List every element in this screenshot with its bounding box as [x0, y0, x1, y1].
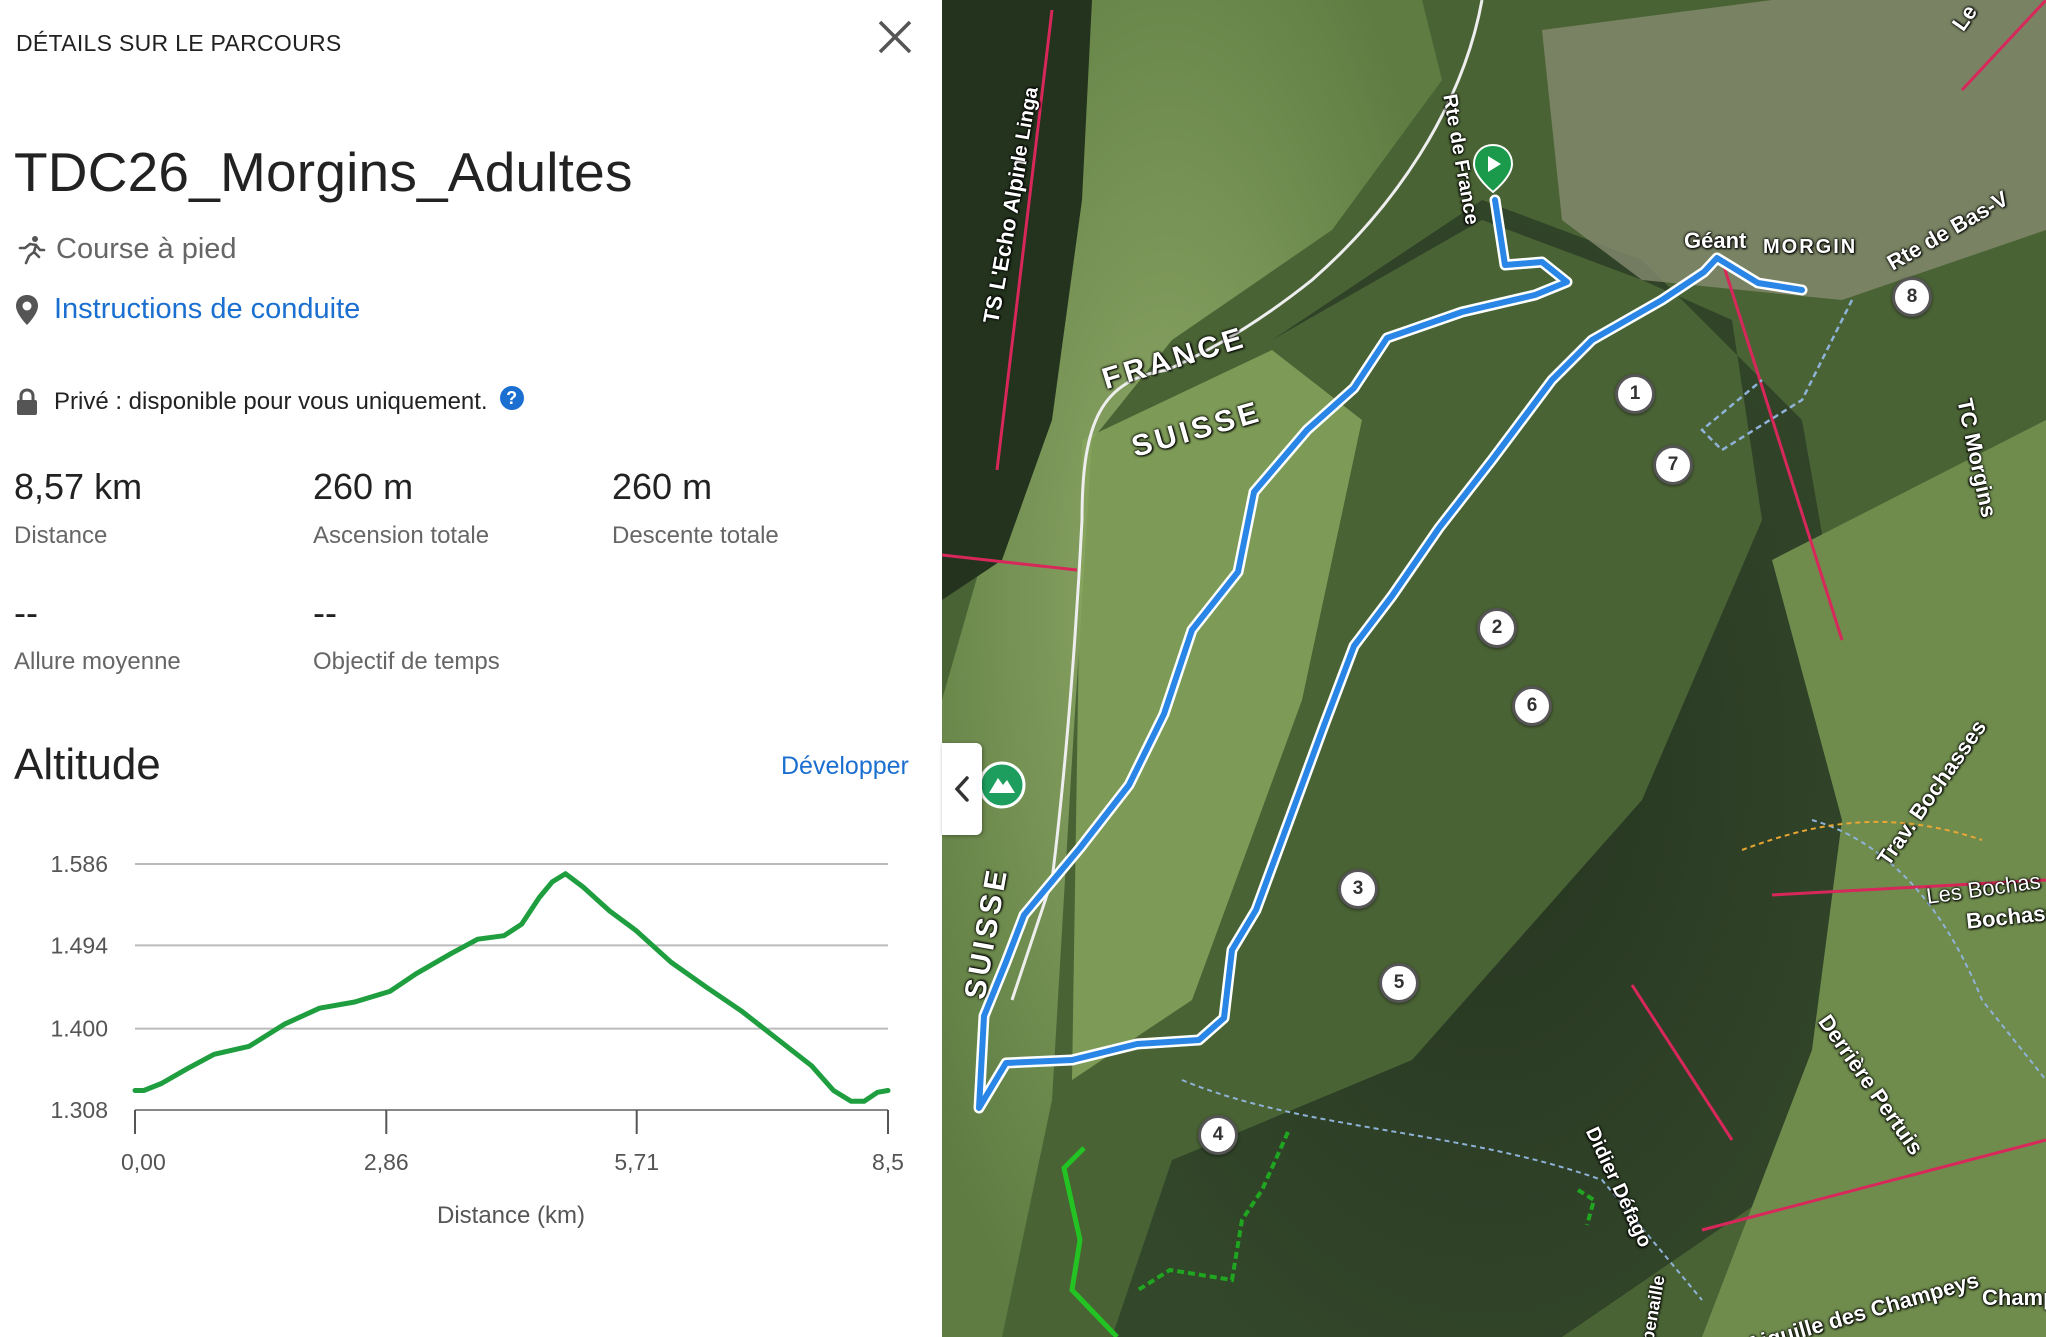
route-details-panel: DÉTAILS SUR LE PARCOURS TDC26_Morgins_Ad…	[0, 0, 942, 1337]
stat-time-goal: -- Objectif de temps	[313, 592, 500, 676]
waypoint-marker[interactable]: 5	[1379, 963, 1419, 1003]
map-label: Géant	[1684, 228, 1747, 253]
stat-value: --	[14, 592, 38, 633]
stat-label: Descente totale	[612, 522, 779, 549]
activity-type: Course à pied	[16, 233, 237, 266]
map-label: Champ	[1982, 1285, 2046, 1310]
stat-ascent: 260 m Ascension totale	[313, 466, 489, 550]
x-tick-label: 0,00	[121, 1149, 166, 1175]
x-tick-label: 8,5	[872, 1149, 904, 1175]
location-pin-icon	[16, 294, 38, 325]
waypoint-marker[interactable]: 2	[1477, 608, 1517, 648]
map-label: MORGIN	[1763, 236, 1858, 258]
x-axis-title: Distance (km)	[437, 1202, 586, 1229]
waypoint-marker[interactable]: 8	[1892, 277, 1932, 317]
elevation-line	[132, 871, 891, 1104]
stat-distance: 8,57 km Distance	[14, 466, 142, 550]
privacy-label: Privé : disponible pour vous uniquement.	[54, 388, 488, 415]
stat-value: 8,57 km	[14, 466, 143, 507]
stat-descent: 260 m Descente totale	[612, 466, 779, 550]
route-title: TDC26_Morgins_Adultes	[14, 141, 633, 203]
y-tick-label: 1.494	[50, 932, 108, 958]
waypoint-marker[interactable]: 7	[1653, 445, 1693, 485]
stat-label: Distance	[14, 522, 108, 549]
chevron-left-icon	[954, 776, 969, 802]
stat-value: --	[313, 592, 337, 633]
waypoint-marker[interactable]: 4	[1198, 1115, 1238, 1155]
stat-value: 260 m	[313, 466, 414, 507]
x-tick-label: 2,86	[364, 1149, 409, 1175]
altitude-heading: Altitude	[14, 740, 161, 789]
collapse-panel-button[interactable]	[942, 743, 982, 835]
x-tick-label: 5,71	[614, 1149, 659, 1175]
expand-link[interactable]: Développer	[781, 752, 909, 781]
driving-directions-label[interactable]: Instructions de conduite	[54, 293, 360, 326]
y-tick-label: 1.308	[50, 1097, 108, 1123]
y-tick-label: 1.400	[50, 1016, 108, 1042]
lock-icon	[17, 388, 37, 415]
stat-label: Objectif de temps	[313, 648, 500, 675]
stat-value: 260 m	[612, 466, 713, 507]
close-button[interactable]	[872, 14, 918, 60]
stat-label: Ascension totale	[313, 522, 490, 549]
y-tick-label: 1.586	[50, 851, 108, 877]
close-icon	[878, 20, 912, 54]
stat-label: Allure moyenne	[14, 648, 181, 675]
panel-header: DÉTAILS SUR LE PARCOURS	[16, 30, 342, 56]
elevation-chart: 1.586 1.494 1.400 1.308 0,00 2,86 5,71 8,5	[50, 851, 904, 1175]
help-icon[interactable]: ?	[499, 386, 524, 410]
waypoint-marker[interactable]: 3	[1338, 869, 1378, 909]
map-view[interactable]: 1 2 3 4 5 6 7 8 FRANCE SUISSE SUISSE TS …	[942, 0, 2046, 1337]
running-icon	[18, 235, 46, 264]
activity-label: Course à pied	[56, 233, 237, 265]
stat-average-pace: -- Allure moyenne	[14, 592, 181, 676]
satellite-map[interactable]	[942, 0, 2046, 1337]
driving-directions-link[interactable]: Instructions de conduite	[14, 293, 360, 326]
waypoint-marker[interactable]: 6	[1512, 686, 1552, 726]
privacy-status: Privé : disponible pour vous uniquement.…	[16, 386, 524, 416]
waypoint-marker[interactable]: 1	[1615, 374, 1655, 414]
mountain-icon[interactable]	[978, 761, 1026, 809]
